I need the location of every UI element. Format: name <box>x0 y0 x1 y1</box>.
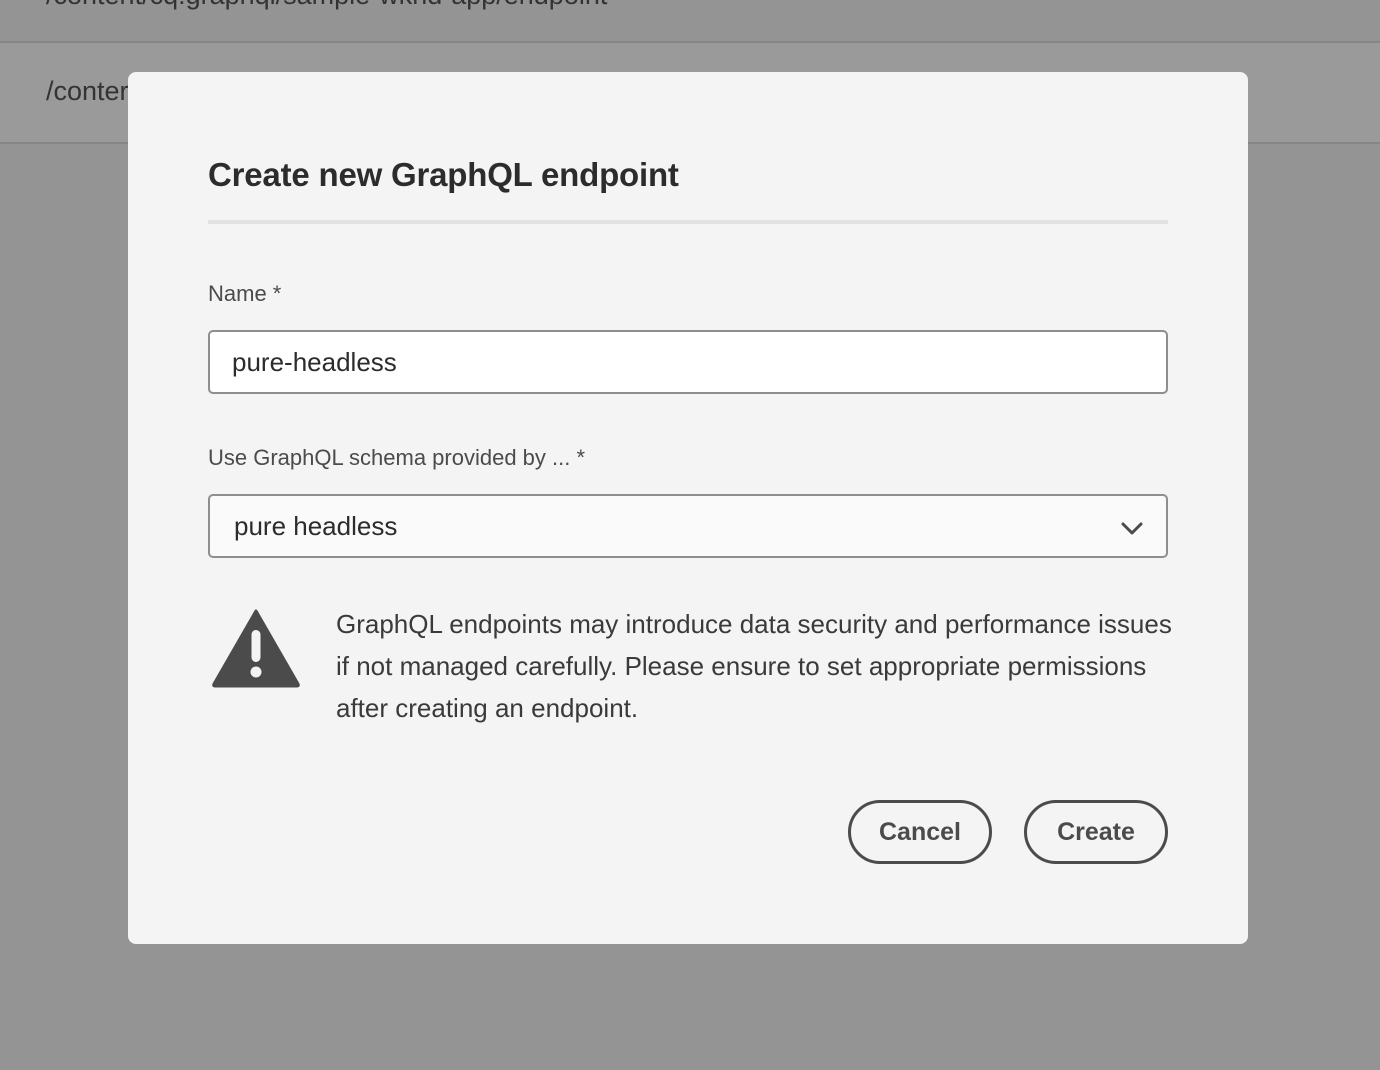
schema-field-label: Use GraphQL schema provided by ... * <box>208 445 586 470</box>
schema-select-value: pure headless <box>234 511 398 541</box>
name-input[interactable] <box>208 330 1168 394</box>
background-list-row: /content/cq:graphql/sample-wknd-app/endp… <box>0 0 1380 43</box>
chevron-down-icon <box>1121 522 1143 535</box>
background-row-path: /content/cq:graphql/sample-wknd-app/endp… <box>46 0 607 11</box>
name-field-label: Name * <box>208 281 282 306</box>
create-button[interactable]: Create <box>1024 800 1168 864</box>
alert-triangle-icon <box>212 609 300 688</box>
title-divider <box>208 220 1168 224</box>
cancel-button[interactable]: Cancel <box>848 800 992 864</box>
warning-message: GraphQL endpoints may introduce data sec… <box>336 609 1172 723</box>
background-row-path: /conter <box>46 76 129 106</box>
dialog-title: Create new GraphQL endpoint <box>208 156 679 193</box>
schema-select[interactable]: pure headless <box>208 494 1168 558</box>
create-endpoint-dialog: Create new GraphQL endpoint Name * Use G… <box>128 72 1248 944</box>
